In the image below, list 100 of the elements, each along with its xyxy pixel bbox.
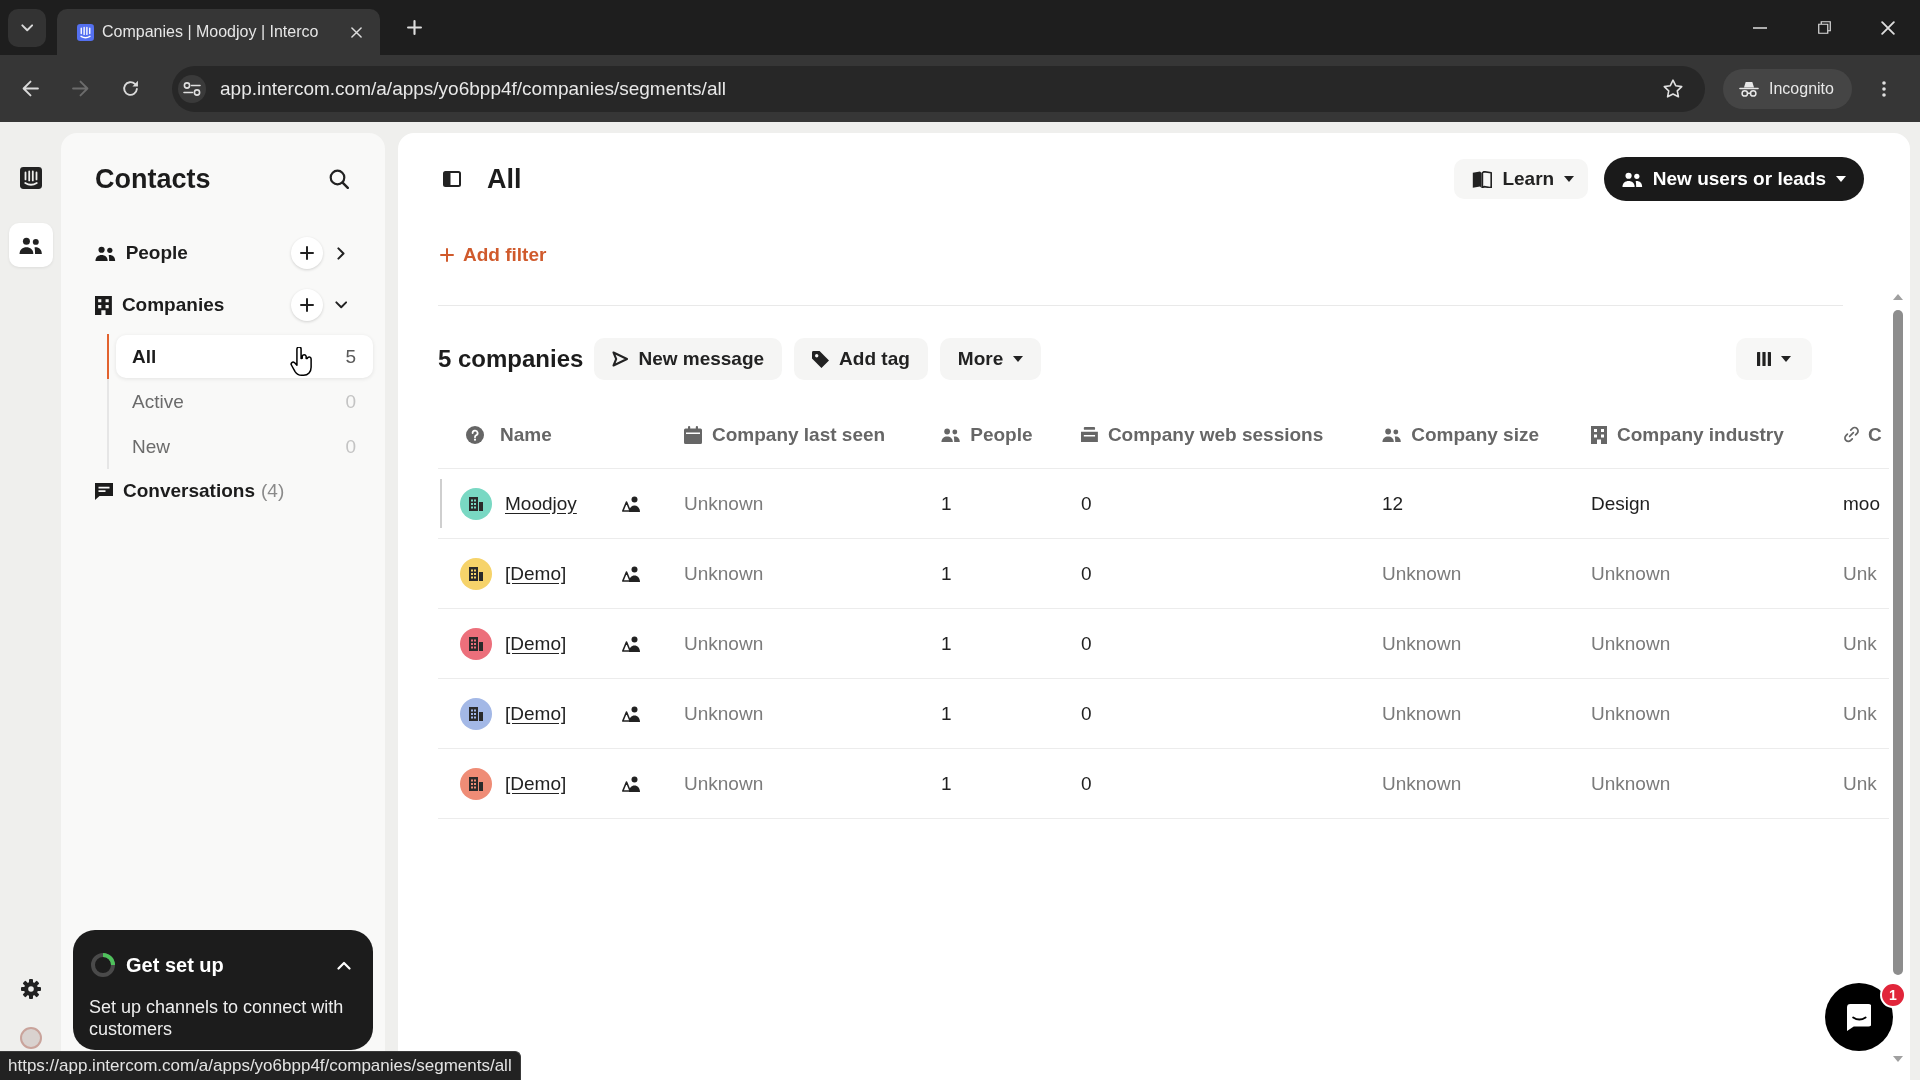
table-cell-text: Unknown bbox=[684, 632, 765, 655]
add-button[interactable] bbox=[291, 237, 323, 269]
add-filter-button[interactable]: Add filter bbox=[440, 244, 547, 266]
person-triangle-icon bbox=[622, 565, 640, 582]
sidebar-title: Contacts bbox=[95, 163, 211, 195]
site-info-button[interactable] bbox=[178, 74, 206, 103]
calendar-icon bbox=[684, 425, 702, 444]
minimize-icon bbox=[1753, 26, 1767, 29]
conversation-count: (4) bbox=[261, 480, 285, 502]
chevron-right-icon bbox=[336, 246, 346, 260]
caret-icon bbox=[1013, 356, 1024, 362]
table-cell-text: Unknown bbox=[1382, 702, 1463, 725]
setup-title[interactable]: Get set up bbox=[126, 953, 224, 977]
star-icon bbox=[1663, 79, 1683, 98]
table-cell-text: Unknown bbox=[1591, 702, 1672, 725]
address-bar[interactable]: app.intercom.com/a/apps/yo6bpp4f/companies/segments/all bbox=[172, 65, 1705, 112]
logo-icon bbox=[19, 167, 42, 189]
table-row[interactable]: [Demo] Unknown 1 0 Unknown Unknown Unk bbox=[438, 749, 1889, 819]
chat-bubble-icon bbox=[1846, 1003, 1872, 1031]
building-icon bbox=[1591, 425, 1607, 444]
learn-button[interactable]: Learn bbox=[1454, 159, 1589, 199]
back-arrow-icon bbox=[21, 80, 39, 97]
column-header[interactable]: Name bbox=[438, 423, 684, 446]
add-button[interactable] bbox=[291, 289, 323, 321]
person-triangle-icon bbox=[622, 775, 640, 792]
table-cell-text: Unknown bbox=[1591, 632, 1672, 655]
result-count: 5 companies bbox=[438, 345, 584, 373]
column-header[interactable]: Company web sessions bbox=[1081, 423, 1382, 446]
browser-tab[interactable]: Companies | Moodjoy | Interco bbox=[57, 9, 380, 55]
company-link[interactable]: [Demo] bbox=[505, 632, 567, 655]
table-cell-text: 0 bbox=[1081, 772, 1093, 795]
table-cell-text: Design bbox=[1591, 492, 1652, 515]
more-vertical-icon bbox=[1881, 80, 1886, 97]
table-cell-text: 1 bbox=[941, 702, 953, 725]
section-link[interactable]: Conversations bbox=[123, 480, 255, 502]
table-cell-text: Unknown bbox=[1382, 562, 1463, 585]
tab-list-button[interactable] bbox=[8, 8, 46, 47]
hand-cursor-icon bbox=[290, 347, 314, 377]
chevron-down-icon bbox=[20, 23, 34, 32]
columns-icon bbox=[1757, 352, 1771, 366]
new-users-button[interactable]: New users or leads bbox=[1604, 157, 1864, 201]
segment-count: 5 bbox=[345, 345, 356, 368]
bookmark-button[interactable] bbox=[1663, 79, 1683, 98]
column-header[interactable]: Company last seen bbox=[684, 423, 941, 446]
table-row[interactable]: [Demo] Unknown 1 0 Unknown Unknown Unk bbox=[438, 679, 1889, 749]
person-triangle-icon bbox=[622, 635, 640, 652]
incognito-icon bbox=[1739, 80, 1759, 97]
columns-button[interactable] bbox=[1736, 338, 1812, 380]
rail-nav-button[interactable] bbox=[8, 223, 53, 267]
toggle-sidebar-button[interactable] bbox=[443, 171, 461, 187]
sidebar-toggle-icon bbox=[443, 171, 461, 187]
table-cell-text: 0 bbox=[1081, 562, 1093, 585]
person-triangle-icon bbox=[622, 495, 640, 512]
table-cell-text: Unknown bbox=[684, 772, 765, 795]
chevron-down-icon bbox=[334, 301, 348, 309]
table-cell-text: Unk bbox=[1843, 562, 1878, 585]
add-tag-button[interactable]: Add tag bbox=[794, 338, 928, 380]
search-button[interactable] bbox=[329, 169, 349, 189]
table-cell-text: Unknown bbox=[1591, 562, 1672, 585]
table-cell-text: moo bbox=[1843, 492, 1881, 515]
table-cell-text: 1 bbox=[941, 492, 953, 515]
table-cell-text: Unk bbox=[1843, 702, 1878, 725]
collapse-button[interactable] bbox=[337, 960, 351, 970]
forward-arrow-icon bbox=[71, 80, 89, 97]
company-link[interactable]: [Demo] bbox=[505, 562, 567, 585]
table-cell-text: Unknown bbox=[684, 702, 765, 725]
caret-icon bbox=[1836, 176, 1846, 182]
column-header[interactable]: Company industry bbox=[1591, 423, 1843, 446]
restore-icon bbox=[1817, 21, 1831, 34]
column-header[interactable]: People bbox=[941, 423, 1081, 446]
settings-icon bbox=[20, 979, 41, 999]
new-message-button[interactable]: New message bbox=[594, 338, 783, 380]
profile-button[interactable]: Incognito bbox=[1723, 68, 1852, 109]
company-link[interactable]: [Demo] bbox=[505, 772, 567, 795]
caret-icon bbox=[1564, 176, 1575, 182]
section-link[interactable]: Companies bbox=[121, 294, 225, 316]
plus-icon bbox=[440, 248, 454, 262]
more-button[interactable]: More bbox=[939, 338, 1042, 380]
table-row[interactable]: [Demo] Unknown 1 0 Unknown Unknown Unk bbox=[438, 609, 1889, 679]
table-cell-text: 0 bbox=[1081, 632, 1093, 655]
table-cell-text: Unknown bbox=[1382, 772, 1463, 795]
column-header[interactable]: Company size bbox=[1382, 423, 1591, 446]
scrollbar[interactable] bbox=[1890, 294, 1906, 1062]
chat-icon bbox=[95, 482, 113, 500]
section-link[interactable]: People bbox=[125, 242, 188, 264]
table-cell-text: 0 bbox=[1081, 702, 1093, 725]
settings-button[interactable] bbox=[20, 979, 41, 999]
company-link[interactable]: Moodjoy bbox=[505, 492, 577, 515]
plus-icon bbox=[300, 246, 314, 260]
people-icon bbox=[95, 245, 116, 261]
table-row[interactable]: Moodjoy Unknown 1 0 12 Design moo bbox=[438, 469, 1889, 539]
table-row[interactable]: [Demo] Unknown 1 0 Unknown Unknown Unk bbox=[438, 539, 1889, 609]
table-cell-text: 1 bbox=[941, 772, 953, 795]
status-url-tooltip: https://app.intercom.com/a/apps/yo6bpp4f/companies/segments/all bbox=[0, 1051, 521, 1080]
tag-icon bbox=[812, 350, 830, 368]
reload-icon bbox=[121, 80, 139, 97]
stack-icon bbox=[1081, 427, 1098, 442]
table-cell-text: Unk bbox=[1843, 632, 1878, 655]
column-header[interactable]: C bbox=[1843, 423, 1889, 446]
company-link[interactable]: [Demo] bbox=[505, 702, 567, 725]
